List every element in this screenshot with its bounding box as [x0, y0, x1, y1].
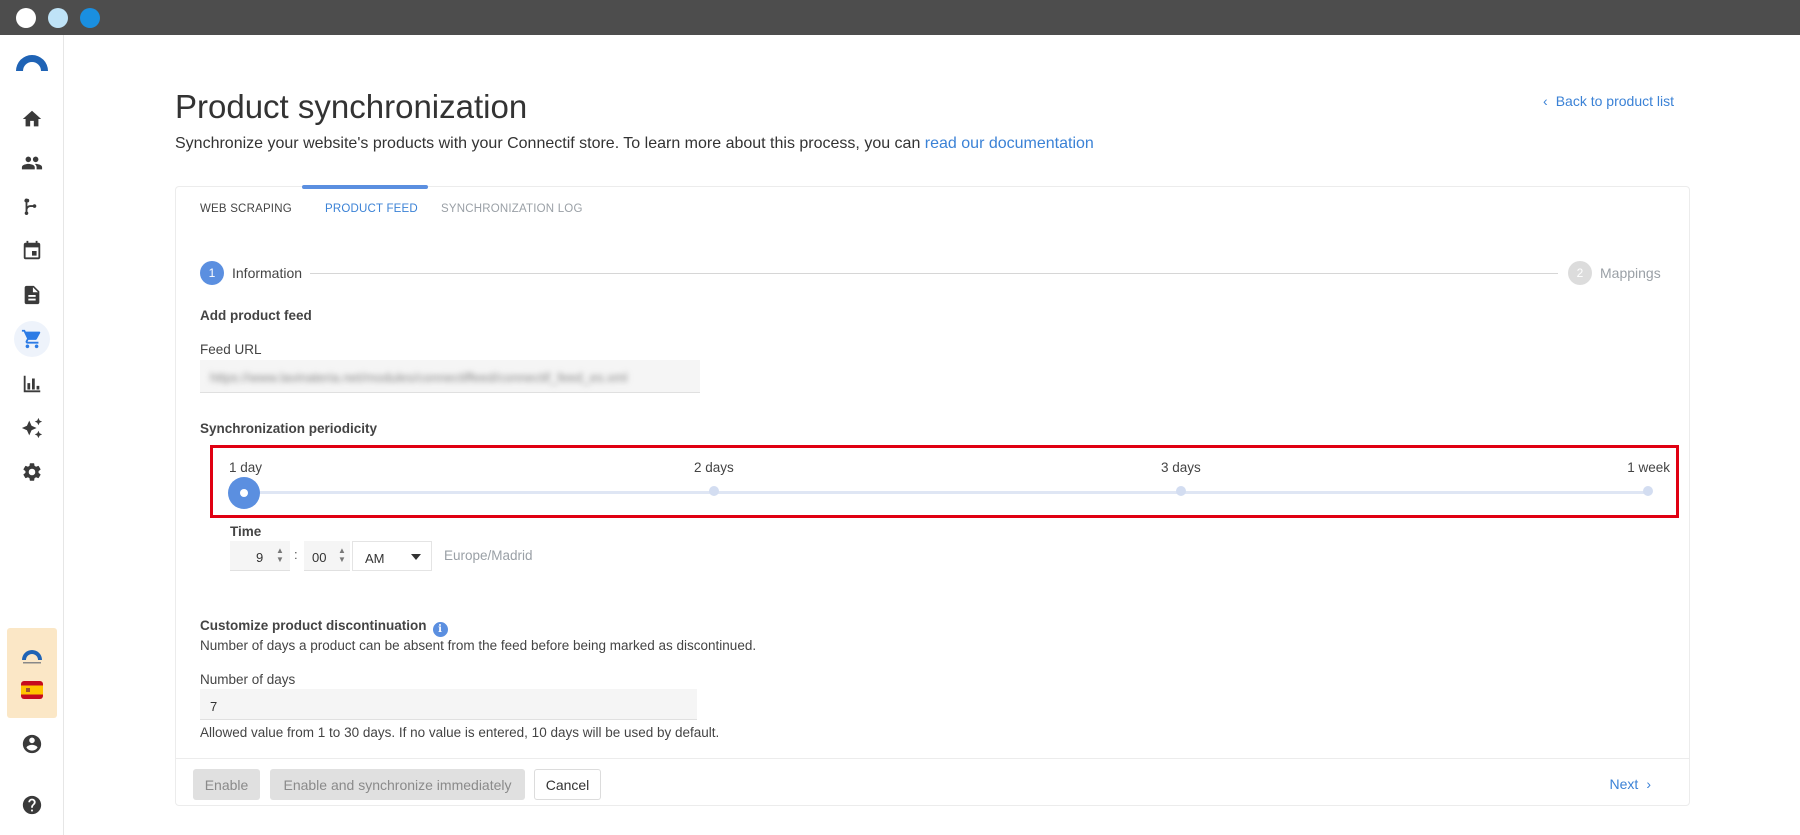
enable-and-sync-button[interactable]: Enable and synchronize immediately	[270, 769, 525, 800]
tab-web-scraping[interactable]: WEB SCRAPING	[200, 203, 292, 215]
ampm-select[interactable]: AM	[352, 541, 432, 571]
info-icon[interactable]: i	[432, 622, 448, 637]
next-button[interactable]: Next ›	[1610, 776, 1651, 792]
step-2-circle[interactable]: 2	[1568, 261, 1592, 285]
window-maximize-button[interactable]	[80, 8, 100, 28]
hour-spin-icon[interactable]: ▲ ▼	[276, 546, 284, 564]
number-of-days-label: Number of days	[200, 672, 296, 687]
subtitle-text: Synchronize your website's products with…	[175, 135, 925, 152]
workflow-icon[interactable]	[18, 193, 46, 221]
stepper: 1 Information 2 Mappings	[200, 261, 1667, 285]
tick-label-3-days[interactable]: 3 days	[1161, 460, 1201, 475]
window-minimize-button[interactable]	[48, 8, 68, 28]
tick-label-1-day[interactable]: 1 day	[229, 460, 262, 475]
tabs: WEB SCRAPING PRODUCT FEED SYNCHRONIZATIO…	[176, 185, 1689, 233]
contacts-icon[interactable]	[18, 149, 46, 177]
caret-down-icon	[411, 554, 421, 560]
feed-url-value: https://www.lavinateria.net/modules/conn…	[210, 370, 628, 385]
next-label: Next	[1609, 776, 1639, 792]
tab-synchronization-log[interactable]: SYNCHRONIZATION LOG	[441, 203, 583, 215]
document-icon[interactable]	[18, 281, 46, 309]
timezone-label: Europe/Madrid	[444, 548, 533, 563]
chevron-right-icon: ›	[1646, 776, 1651, 792]
step-2-label[interactable]: Mappings	[1600, 265, 1661, 281]
window-titlebar	[0, 0, 1800, 35]
card-footer: Enable Enable and synchronize immediatel…	[176, 758, 1689, 806]
slider-tick-2-days[interactable]	[709, 486, 719, 496]
enable-button[interactable]: Enable	[193, 769, 260, 800]
back-to-product-list-link[interactable]: ‹ Back to product list	[1543, 93, 1674, 109]
feed-url-input[interactable]: https://www.lavinateria.net/modules/conn…	[200, 360, 700, 393]
gear-icon[interactable]	[18, 458, 46, 486]
periodicity-label: Synchronization periodicity	[200, 421, 378, 436]
tab-product-feed[interactable]: PRODUCT FEED	[325, 203, 418, 215]
connectif-logo-icon[interactable]	[14, 52, 50, 72]
hour-value: 9	[256, 550, 264, 565]
page-title: Product synchronization	[175, 88, 528, 125]
cart-icon[interactable]	[14, 321, 50, 357]
minute-value: 00	[312, 550, 327, 565]
tick-label-2-days[interactable]: 2 days	[694, 460, 734, 475]
window-close-button[interactable]	[16, 8, 36, 28]
number-of-days-input[interactable]: 7	[200, 689, 697, 720]
discontinuation-heading: Customize product discontinuation i	[200, 618, 448, 637]
sparkle-icon[interactable]	[18, 414, 46, 442]
stepper-line	[310, 273, 1558, 274]
periodicity-slider-highlight: 1 day 2 days 3 days 1 week	[210, 445, 1679, 518]
slider-tick-3-days[interactable]	[1176, 486, 1186, 496]
cancel-button[interactable]: Cancel	[534, 769, 601, 800]
tick-label-1-week[interactable]: 1 week	[1627, 460, 1670, 475]
sync-card: WEB SCRAPING PRODUCT FEED SYNCHRONIZATIO…	[175, 185, 1690, 806]
help-icon[interactable]	[18, 791, 46, 819]
spain-flag-icon	[21, 681, 43, 699]
ampm-value: AM	[365, 551, 385, 566]
minute-stepper[interactable]: 00 ▲ ▼	[304, 541, 350, 571]
account-logo-icon	[22, 650, 42, 664]
page-subtitle: Synchronize your website's products with…	[175, 135, 1094, 153]
discontinuation-description: Number of days a product can be absent f…	[200, 638, 757, 653]
step-1-circle[interactable]: 1	[200, 261, 224, 285]
step-1-label[interactable]: Information	[232, 265, 302, 281]
hour-stepper[interactable]: 9 ▲ ▼	[230, 541, 290, 571]
back-link-label: Back to product list	[1555, 93, 1674, 109]
documentation-link[interactable]: read our documentation	[925, 135, 1094, 152]
discontinuation-title: Customize product discontinuation	[200, 618, 427, 633]
slider-tick-1-week[interactable]	[1643, 486, 1653, 496]
feed-url-label: Feed URL	[200, 342, 262, 357]
account-switcher[interactable]	[7, 628, 57, 718]
number-of-days-help: Allowed value from 1 to 30 days. If no v…	[200, 725, 720, 740]
home-icon[interactable]	[18, 105, 46, 133]
number-of-days-value: 7	[210, 699, 218, 714]
periodicity-slider-thumb[interactable]	[228, 477, 260, 509]
time-separator: :	[294, 547, 298, 562]
time-label: Time	[230, 524, 262, 539]
chart-icon[interactable]	[18, 370, 46, 398]
sidebar	[0, 35, 64, 835]
periodicity-slider-track[interactable]	[241, 491, 1651, 494]
chevron-left-icon: ‹	[1543, 93, 1548, 109]
add-product-feed-heading: Add product feed	[200, 308, 312, 323]
user-icon[interactable]	[18, 730, 46, 758]
minute-spin-icon[interactable]: ▲ ▼	[338, 546, 346, 564]
active-tab-indicator	[302, 185, 428, 189]
calendar-icon[interactable]	[18, 237, 46, 265]
